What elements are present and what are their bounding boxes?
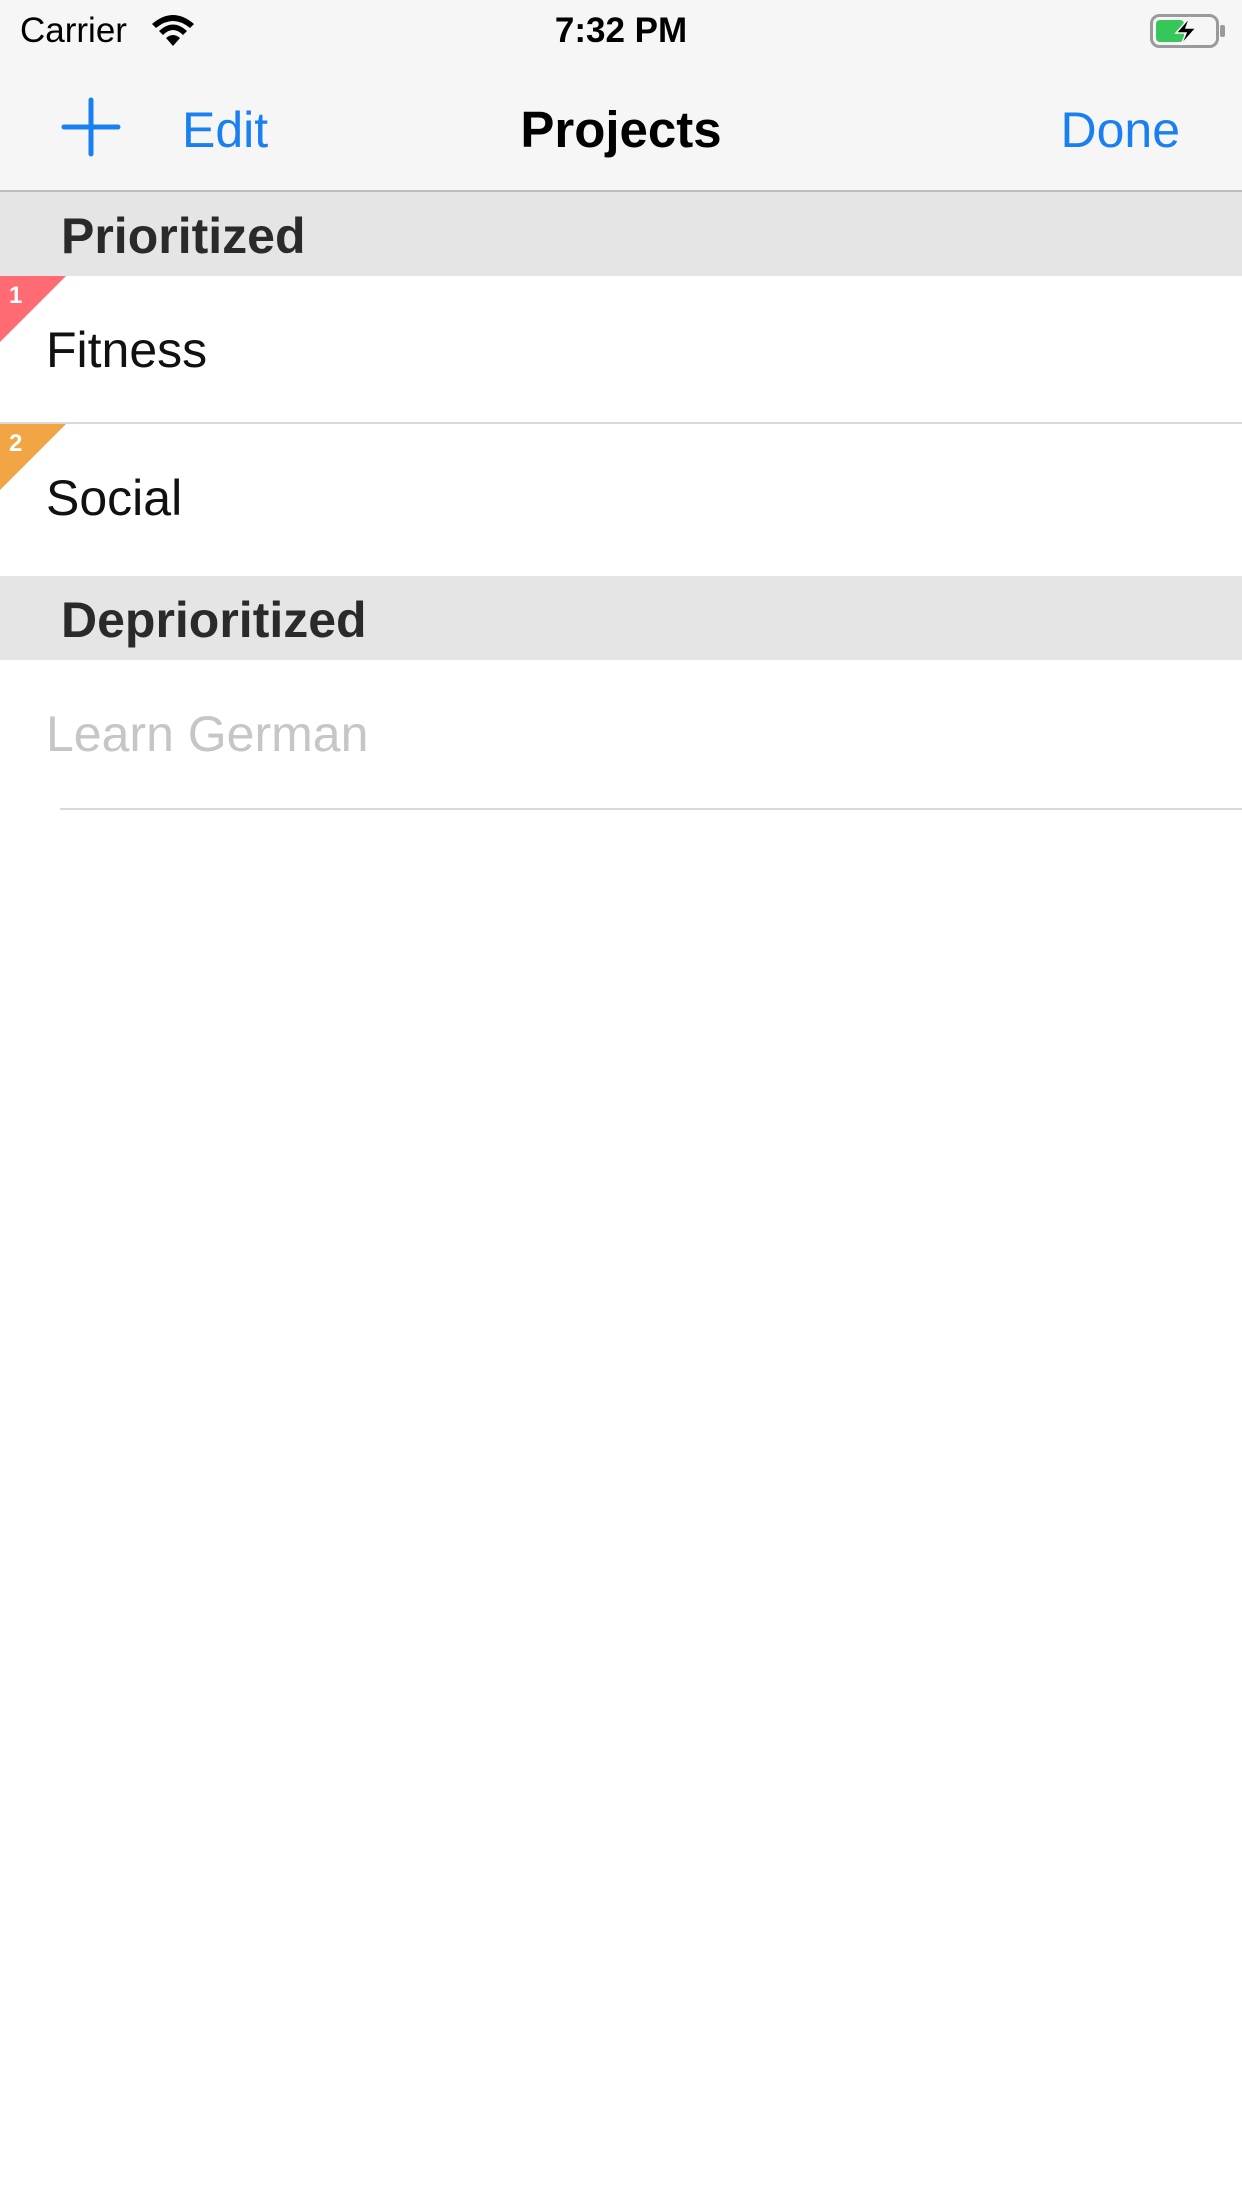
project-label: Learn German <box>46 706 369 762</box>
row-divider <box>60 808 1242 810</box>
done-button[interactable]: Done <box>1060 102 1180 158</box>
status-time: 7:32 PM <box>554 11 688 50</box>
section-header-prioritized: Prioritized <box>0 192 1242 276</box>
priority-number: 1 <box>9 282 23 309</box>
section-title: Deprioritized <box>61 592 367 648</box>
status-bar: Carrier 7:32 PM <box>0 0 1242 62</box>
list-item-learn-german[interactable]: Learn German <box>0 660 1242 810</box>
list-item-social[interactable]: 2 Social <box>0 424 1242 576</box>
page-title: Projects <box>520 101 722 158</box>
priority-number: 2 <box>9 430 23 457</box>
navigation-bar: Edit Projects Done <box>0 62 1242 192</box>
project-label: Fitness <box>46 322 208 378</box>
section-title: Prioritized <box>61 208 306 264</box>
top-bar: Carrier 7:32 PM Edit Projects Done <box>0 0 1242 192</box>
section-header-deprioritized: Deprioritized <box>0 576 1242 660</box>
project-label: Social <box>46 470 183 526</box>
list-item-fitness[interactable]: 1 Fitness <box>0 276 1242 424</box>
battery-charging-icon <box>1150 14 1225 48</box>
